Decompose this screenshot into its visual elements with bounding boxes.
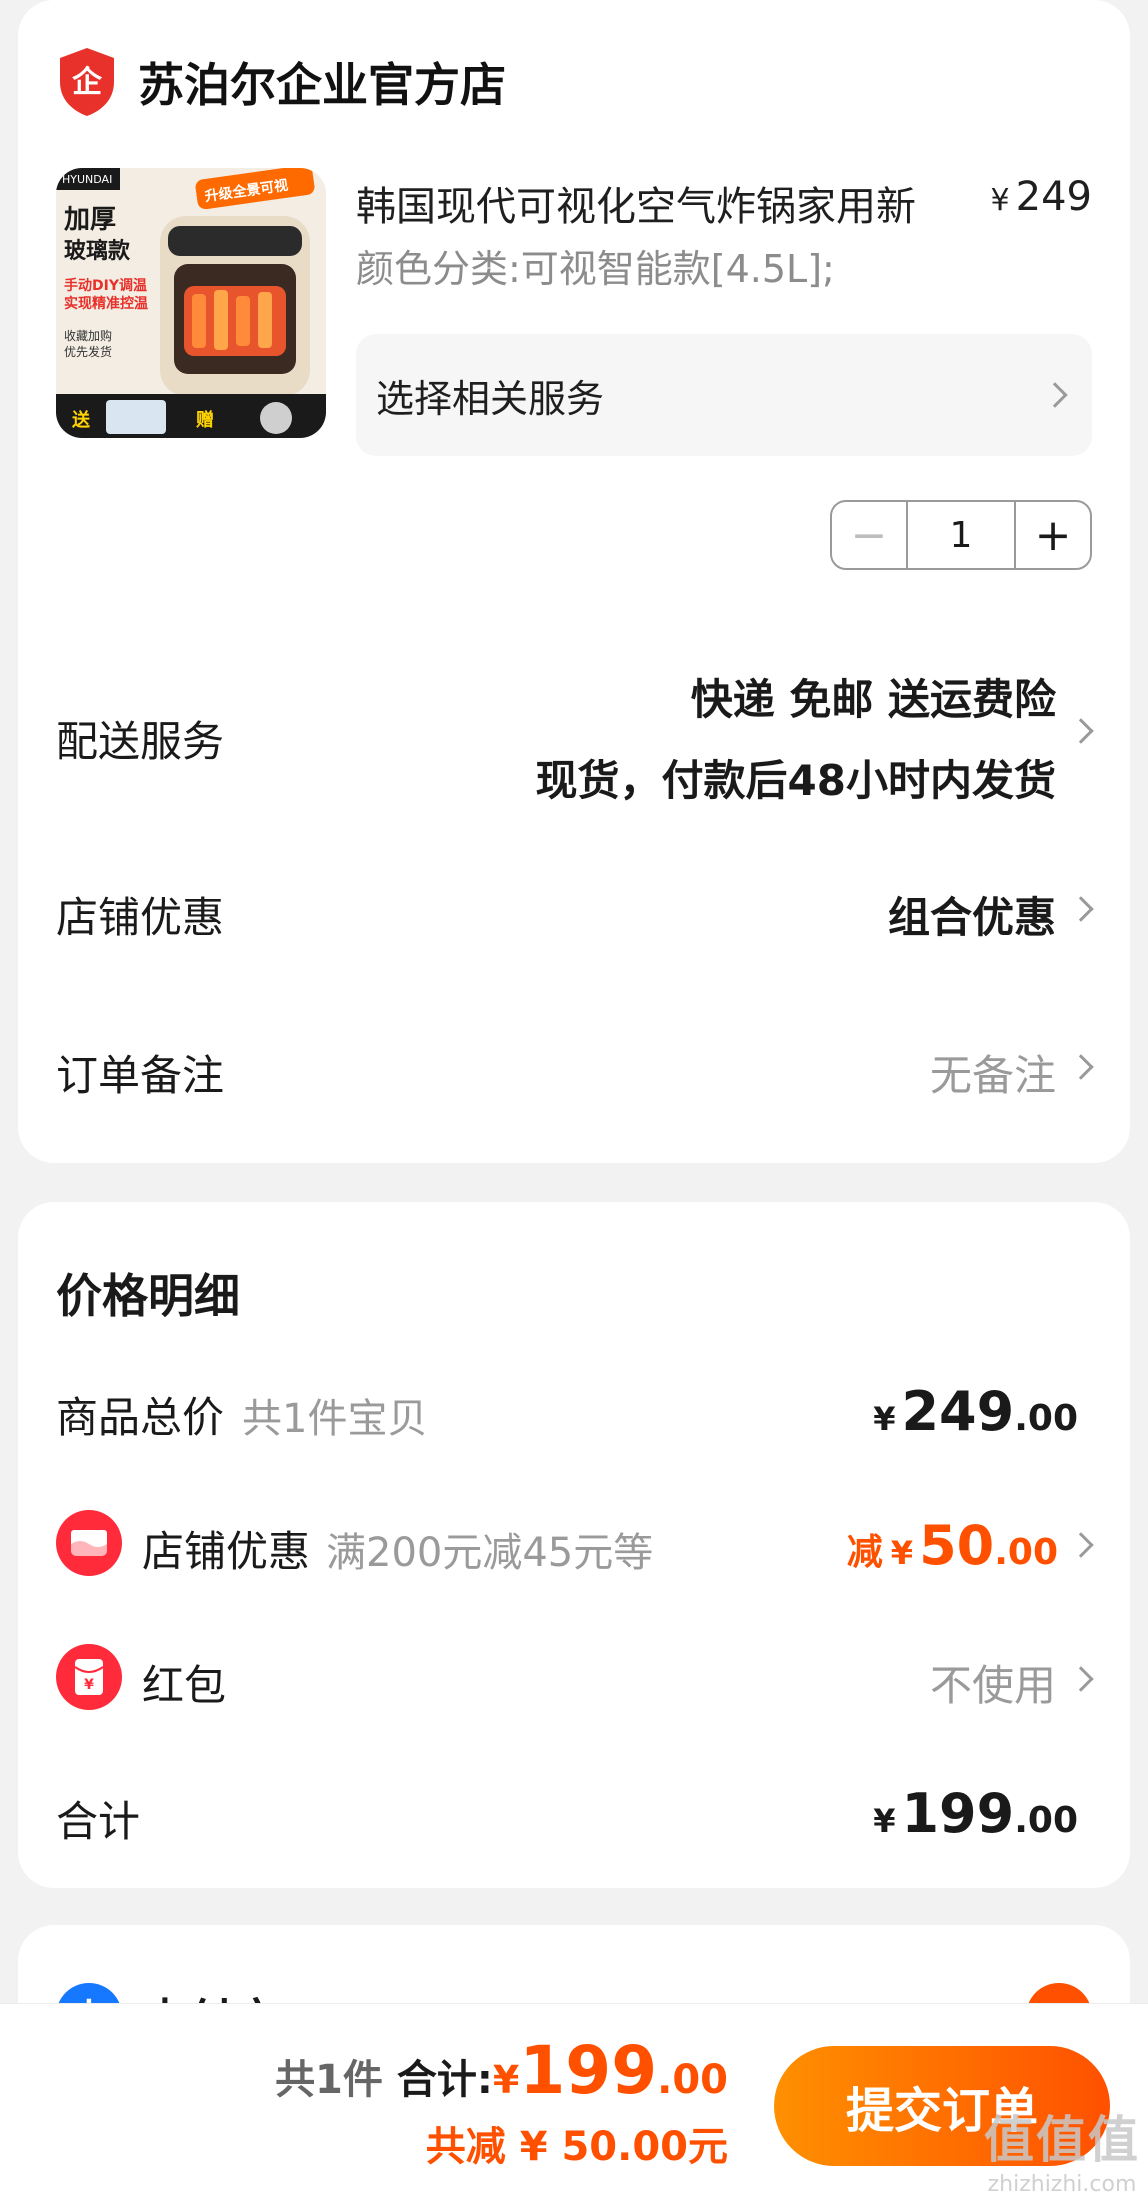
red-packet-label: 红包 — [142, 1661, 227, 1710]
store-coupon-label-group: 店铺优惠 满200元减45元等 — [142, 1518, 653, 1579]
enterprise-shield-icon: 企 — [60, 48, 114, 116]
total-symbol: ¥ — [873, 1802, 896, 1840]
order-note-label: 订单备注 — [56, 1051, 225, 1100]
chevron-right-icon — [1068, 896, 1094, 922]
red-packet-icon: ¥ — [56, 1644, 122, 1710]
minus-icon: − — [850, 509, 888, 561]
subtotal-count: 共1件宝贝 — [242, 1396, 428, 1442]
chevron-right-icon — [1068, 718, 1094, 744]
price-detail-title: 价格明细 — [56, 1269, 240, 1323]
product-price-symbol: ¥ — [990, 183, 1010, 218]
discount-dec: .00 — [994, 1532, 1058, 1573]
total-dec: .00 — [1014, 1800, 1078, 1841]
order-note-value: 无备注 — [929, 1051, 1056, 1100]
minus-button[interactable]: − — [832, 502, 908, 568]
chevron-right-icon — [1068, 1054, 1094, 1080]
price-detail-card: 价格明细 商品总价 共1件宝贝 ¥249.00 店铺优惠 满200元减45元等 减 ¥… — [18, 1202, 1130, 1888]
plus-icon: + — [1034, 509, 1072, 561]
checkout-symbol: ¥ — [492, 2058, 520, 2102]
checkout-summary: 共1件 合计:¥199.00 — [275, 2032, 728, 2109]
image-line5: 收藏加购 — [64, 328, 112, 343]
checkout-count: 共1件 — [275, 2057, 383, 2103]
image-line4: 实现精准控温 — [64, 295, 148, 312]
checkout-dec: .00 — [657, 2057, 728, 2103]
subtotal-label: 商品总价 — [56, 1393, 225, 1442]
subtotal-int: 249 — [901, 1380, 1015, 1443]
image-line2: 玻璃款 — [64, 238, 131, 264]
select-service-button[interactable]: 选择相关服务 — [356, 334, 1092, 456]
select-service-label: 选择相关服务 — [376, 376, 605, 421]
red-packet-icon-char: ¥ — [84, 1677, 94, 1693]
delivery-line2: 现货，付款后48小时内发货 — [535, 756, 1056, 805]
subtotal-amount: ¥249.00 — [873, 1380, 1078, 1443]
air-fryer-image: HYUNDAI 升级全景可视 加厚 玻璃款 手动DIY调温 实现精准控温 收藏加… — [56, 168, 326, 438]
bottom-checkout-bar: 共1件 合计:¥199.00 共减 ¥ 50.00元 提交订单 值值值 zhizh… — [0, 2003, 1148, 2203]
product-title[interactable]: 韩国现代可视化空气炸锅家用新 — [356, 174, 916, 232]
total-label: 合计 — [56, 1797, 141, 1846]
checkout-total-label: 合计: — [396, 2057, 493, 2103]
product-price: ¥249 — [991, 174, 1092, 220]
total-amount: ¥199.00 — [873, 1782, 1078, 1845]
total-int: 199 — [901, 1782, 1015, 1845]
subtotal-label-group: 商品总价 共1件宝贝 — [56, 1384, 427, 1445]
image-line1: 加厚 — [64, 205, 116, 235]
quantity-stepper: − 1 + — [830, 500, 1092, 570]
store-coupon-icon — [56, 1510, 122, 1576]
subtotal-dec: .00 — [1014, 1398, 1078, 1439]
watermark-sub: zhizhizhi.com — [987, 2172, 1137, 2197]
delivery-info: 快递 免邮 送运费险 现货，付款后48小时内发货 — [536, 666, 1056, 808]
product-price-value: 249 — [1015, 174, 1092, 220]
image-brand-text: HYUNDAI — [62, 173, 112, 186]
store-header[interactable]: 企 苏泊尔企业官方店 — [56, 46, 506, 118]
watermark-main: 值值值 — [984, 2111, 1140, 2169]
checkout-saved: 共减 ¥ 50.00元 — [425, 2124, 728, 2170]
delivery-line1: 快递 免邮 送运费险 — [690, 675, 1056, 724]
checkout-int: 199 — [519, 2032, 658, 2109]
product-thumbnail[interactable]: HYUNDAI 升级全景可视 加厚 玻璃款 手动DIY调温 实现精准控温 收藏加… — [56, 168, 326, 438]
image-gift1: 送 — [71, 409, 91, 431]
discount-prefix: 减 — [846, 1532, 883, 1573]
red-packet-value: 不使用 — [929, 1661, 1056, 1710]
chevron-right-icon — [1042, 382, 1068, 408]
store-discount-value: 组合优惠 — [887, 893, 1056, 942]
store-coupon-amount: 减 ¥50.00 — [847, 1514, 1058, 1577]
subtotal-symbol: ¥ — [873, 1400, 896, 1438]
delivery-label: 配送服务 — [56, 717, 225, 766]
discount-int: 50 — [919, 1514, 995, 1577]
order-card: 企 苏泊尔企业官方店 HYUNDAI 升级全景可视 加厚 玻璃款 手动DIY调温… — [18, 0, 1130, 1163]
product-spec[interactable]: 颜色分类:可视智能款[4.5L]; — [356, 238, 835, 293]
image-gift2: 赠 — [196, 409, 214, 431]
svg-text:企: 企 — [72, 65, 103, 100]
store-coupon-label: 店铺优惠 — [142, 1527, 311, 1576]
image-line6: 优先发货 — [64, 344, 112, 359]
store-coupon-detail: 满200元减45元等 — [326, 1530, 654, 1576]
discount-symbol: ¥ — [890, 1534, 914, 1572]
store-name: 苏泊尔企业官方店 — [138, 58, 506, 112]
chevron-right-icon — [1068, 1666, 1094, 1692]
store-discount-label: 店铺优惠 — [56, 893, 225, 942]
quantity-value[interactable]: 1 — [908, 502, 1014, 568]
plus-button[interactable]: + — [1014, 502, 1090, 568]
chevron-right-icon — [1068, 1532, 1094, 1558]
watermark: 值值值 zhizhizhi.com — [984, 2100, 1140, 2197]
checkout-total: ¥199.00 — [493, 2032, 728, 2109]
image-line3: 手动DIY调温 — [64, 277, 147, 294]
